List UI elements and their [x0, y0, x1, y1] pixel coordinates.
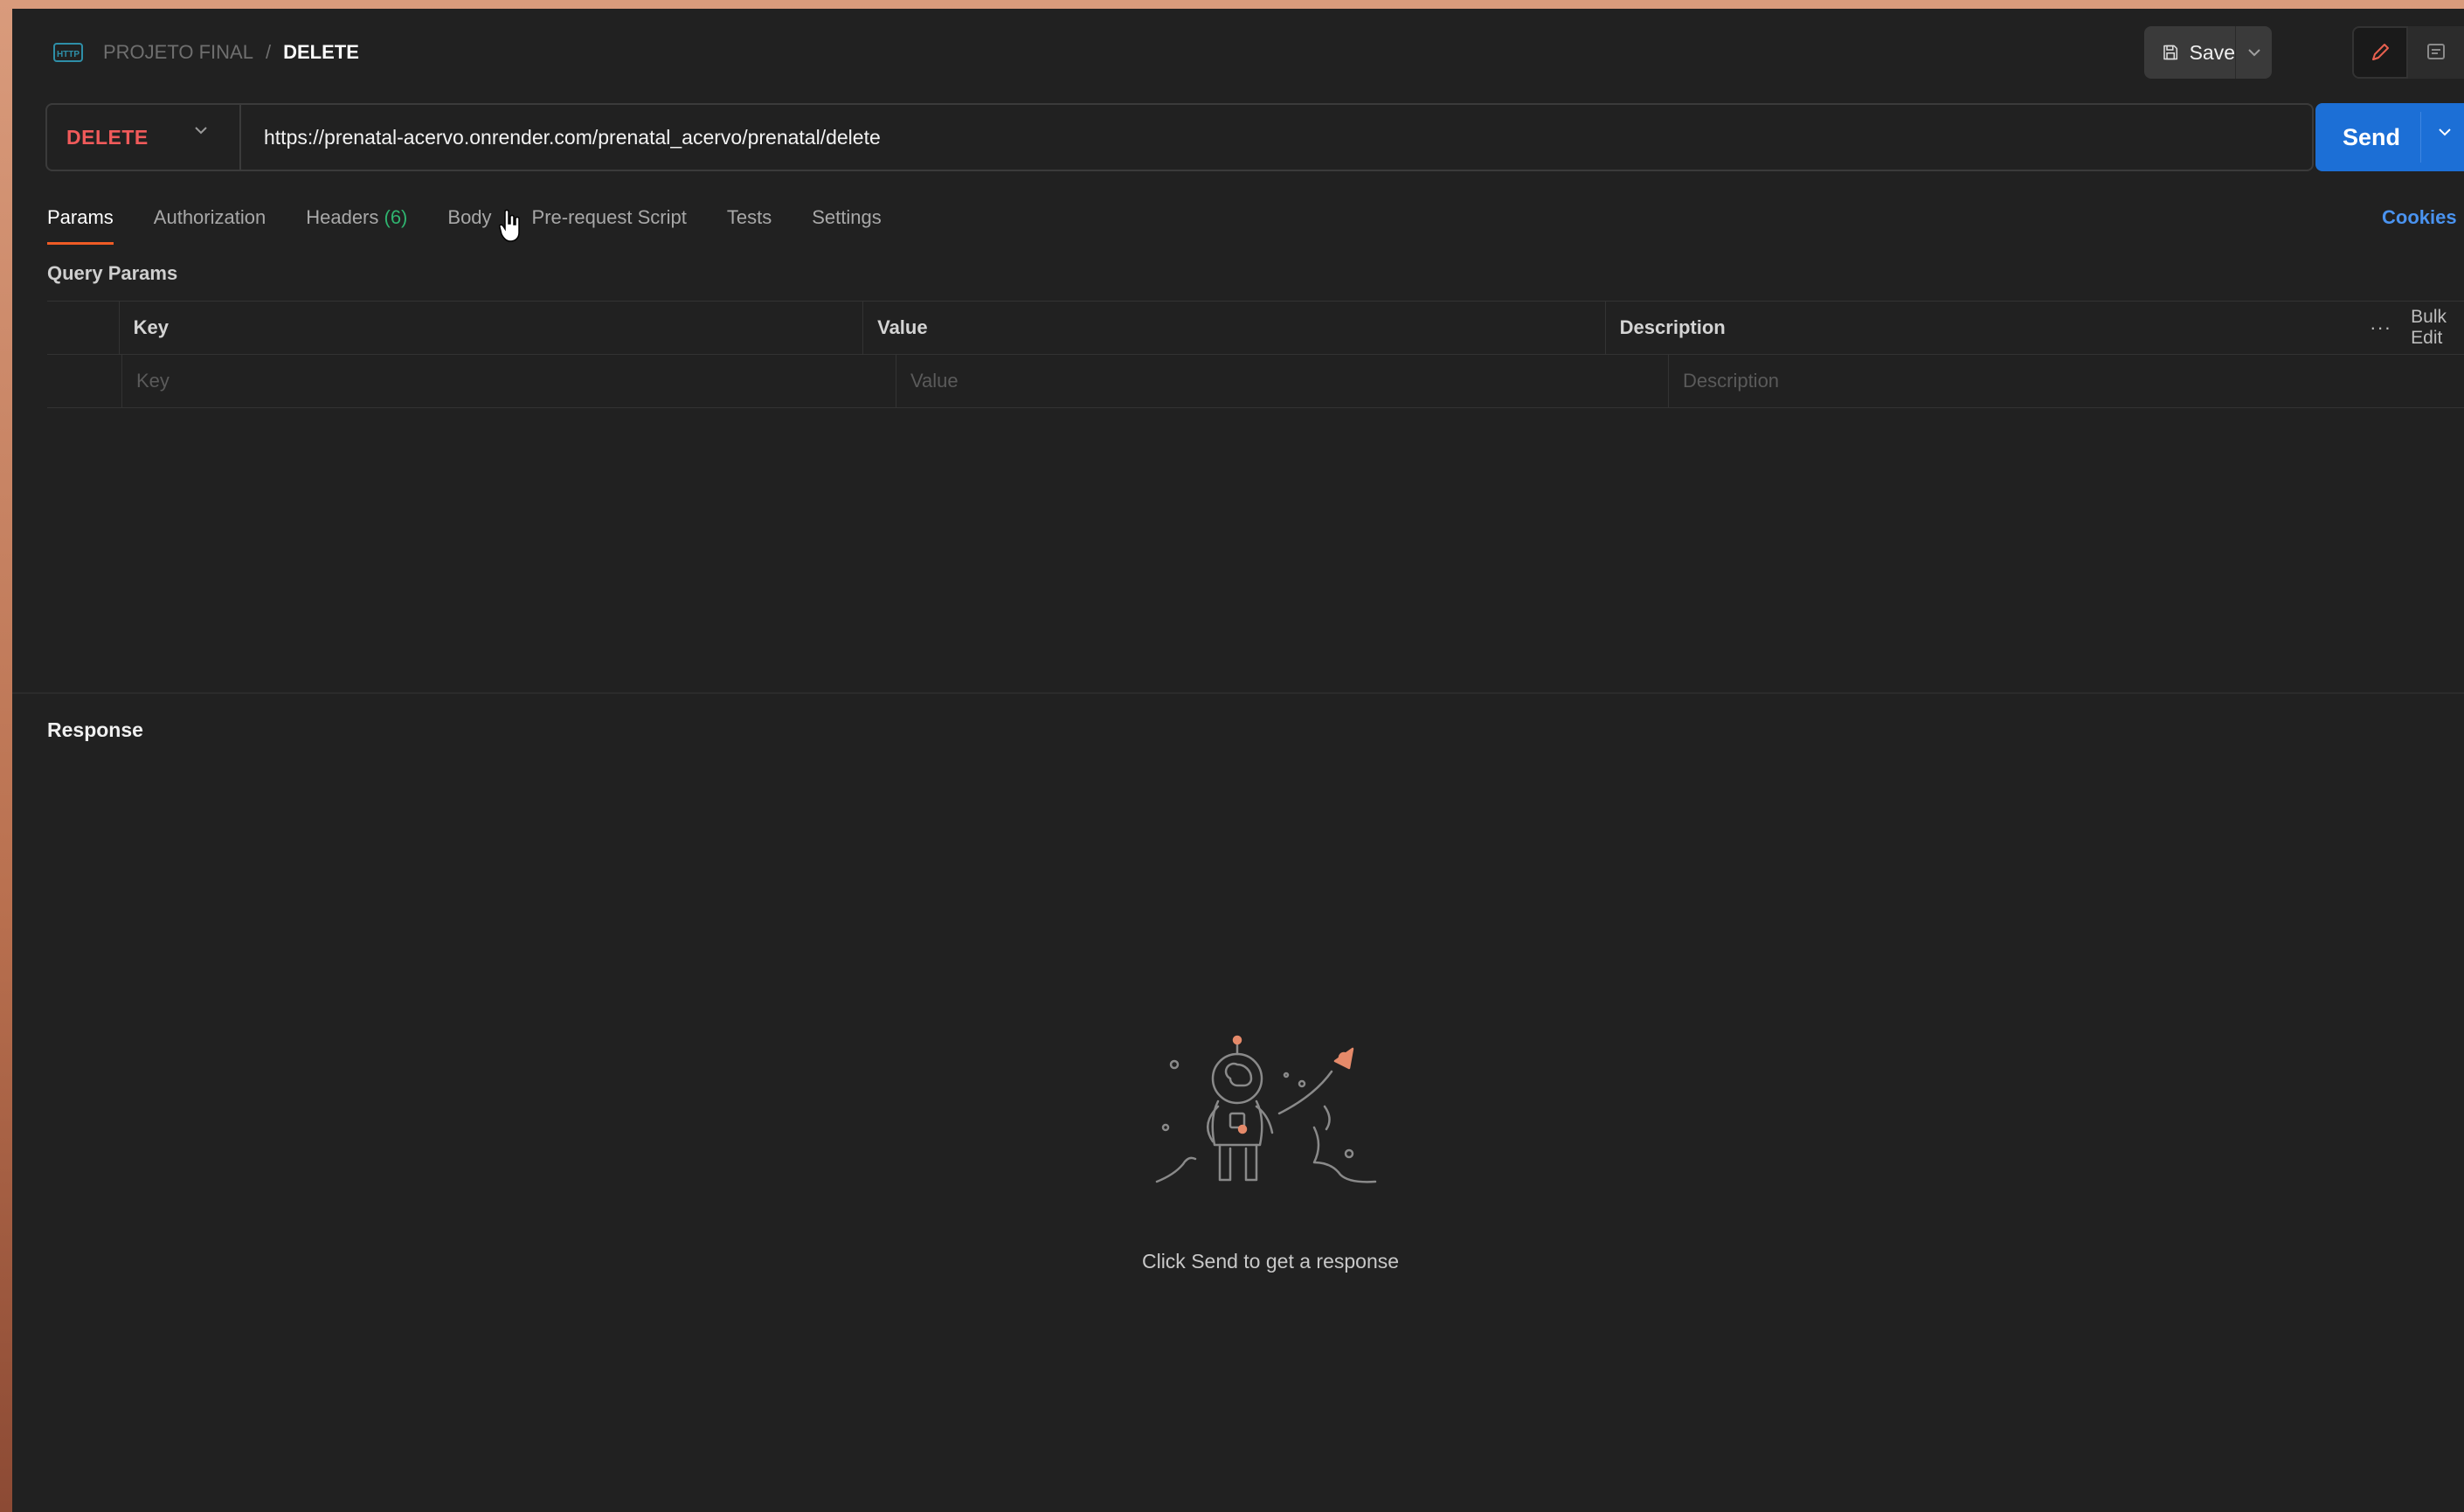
- description-placeholder: Description: [1683, 370, 1780, 392]
- param-value-input[interactable]: Value: [896, 355, 1669, 407]
- column-header-label: Description: [1619, 316, 1726, 338]
- column-header-label: Value: [877, 316, 928, 338]
- headers-count-badge: (6): [384, 206, 408, 228]
- key-placeholder: Key: [136, 370, 170, 392]
- breadcrumb: PROJETO FINAL / DELETE: [103, 35, 359, 70]
- tab-label: Tests: [726, 206, 772, 228]
- tab-label: Params: [47, 206, 114, 228]
- save-icon: [2163, 45, 2178, 60]
- request-header: HTTP PROJETO FINAL / DELETE Save: [12, 9, 2464, 100]
- table-row: Key Value Description: [47, 355, 2464, 408]
- param-key-input[interactable]: Key: [122, 355, 896, 407]
- pencil-icon: [2372, 44, 2389, 60]
- response-title: Response: [47, 718, 143, 741]
- url-input[interactable]: [241, 104, 2312, 170]
- send-button[interactable]: Send: [2315, 103, 2464, 171]
- tab-authorization[interactable]: Authorization: [154, 192, 266, 245]
- tab-label: Body: [447, 206, 492, 228]
- bulk-edit-button[interactable]: Bulk Edit: [2411, 307, 2447, 349]
- tab-label: Authorization: [153, 206, 266, 228]
- row-checkbox-cell: [47, 355, 122, 407]
- cookies-link[interactable]: Cookies: [2382, 206, 2457, 229]
- tab-label: Settings: [812, 206, 882, 228]
- tab-label: Headers: [306, 206, 379, 228]
- column-header-label: Key: [133, 316, 169, 338]
- method-select[interactable]: DELETE: [47, 105, 241, 170]
- tab-headers[interactable]: Headers (6): [306, 192, 407, 245]
- param-description-input[interactable]: Description: [1669, 355, 2464, 407]
- document-icon: [2427, 44, 2445, 59]
- tab-tests[interactable]: Tests: [727, 192, 772, 245]
- request-window: HTTP PROJETO FINAL / DELETE Save DELETE …: [12, 9, 2464, 1512]
- mouse-pointer-icon: [499, 209, 520, 242]
- tab-label: Pre-request Script: [531, 206, 687, 228]
- more-options-icon[interactable]: ···: [2370, 316, 2391, 339]
- tab-params[interactable]: Params: [47, 192, 114, 245]
- empty-response-hint: Click Send to get a response: [1141, 1250, 1400, 1273]
- tab-body[interactable]: Body: [447, 192, 491, 245]
- method-label: DELETE: [66, 125, 149, 149]
- breadcrumb-separator: /: [265, 41, 272, 63]
- save-label: Save: [2189, 40, 2235, 64]
- save-button-group: Save: [2144, 26, 2272, 79]
- tab-pre-request-script[interactable]: Pre-request Script: [532, 192, 687, 245]
- edit-button[interactable]: [2352, 26, 2408, 79]
- tab-settings[interactable]: Settings: [812, 192, 882, 245]
- chevron-down-icon[interactable]: [2438, 128, 2452, 136]
- chevron-down-icon: [195, 127, 207, 135]
- key-column-header: Key: [120, 302, 864, 354]
- astronaut-rocket-illustration: [1155, 1035, 1377, 1183]
- url-bar: DELETE: [45, 103, 2314, 171]
- value-placeholder: Value: [910, 370, 959, 392]
- send-label: Send: [2343, 123, 2401, 150]
- svg-text:HTTP: HTTP: [57, 50, 80, 59]
- checkbox-column-header: [47, 302, 120, 354]
- description-column-header: Description: [1606, 302, 2370, 354]
- pane-divider[interactable]: [12, 692, 2464, 694]
- save-options-button[interactable]: [2235, 26, 2272, 79]
- breadcrumb-collection[interactable]: PROJETO FINAL: [103, 41, 253, 64]
- value-column-header: Value: [863, 302, 1606, 354]
- table-actions: ··· Bulk Edit: [2370, 302, 2464, 354]
- query-params-table: Key Value Description ··· Bulk Edit Key …: [47, 301, 2464, 408]
- request-tabs: Params Authorization Headers (6) Body Pr…: [47, 192, 922, 245]
- breadcrumb-request-name[interactable]: DELETE: [283, 41, 359, 64]
- http-icon: HTTP: [53, 43, 83, 62]
- query-params-title: Query Params: [47, 262, 178, 284]
- documentation-button[interactable]: [2408, 26, 2464, 79]
- chevron-down-icon: [2247, 49, 2260, 57]
- save-button[interactable]: Save: [2144, 26, 2235, 79]
- send-divider: [2420, 112, 2421, 163]
- table-header-row: Key Value Description ··· Bulk Edit: [47, 302, 2464, 355]
